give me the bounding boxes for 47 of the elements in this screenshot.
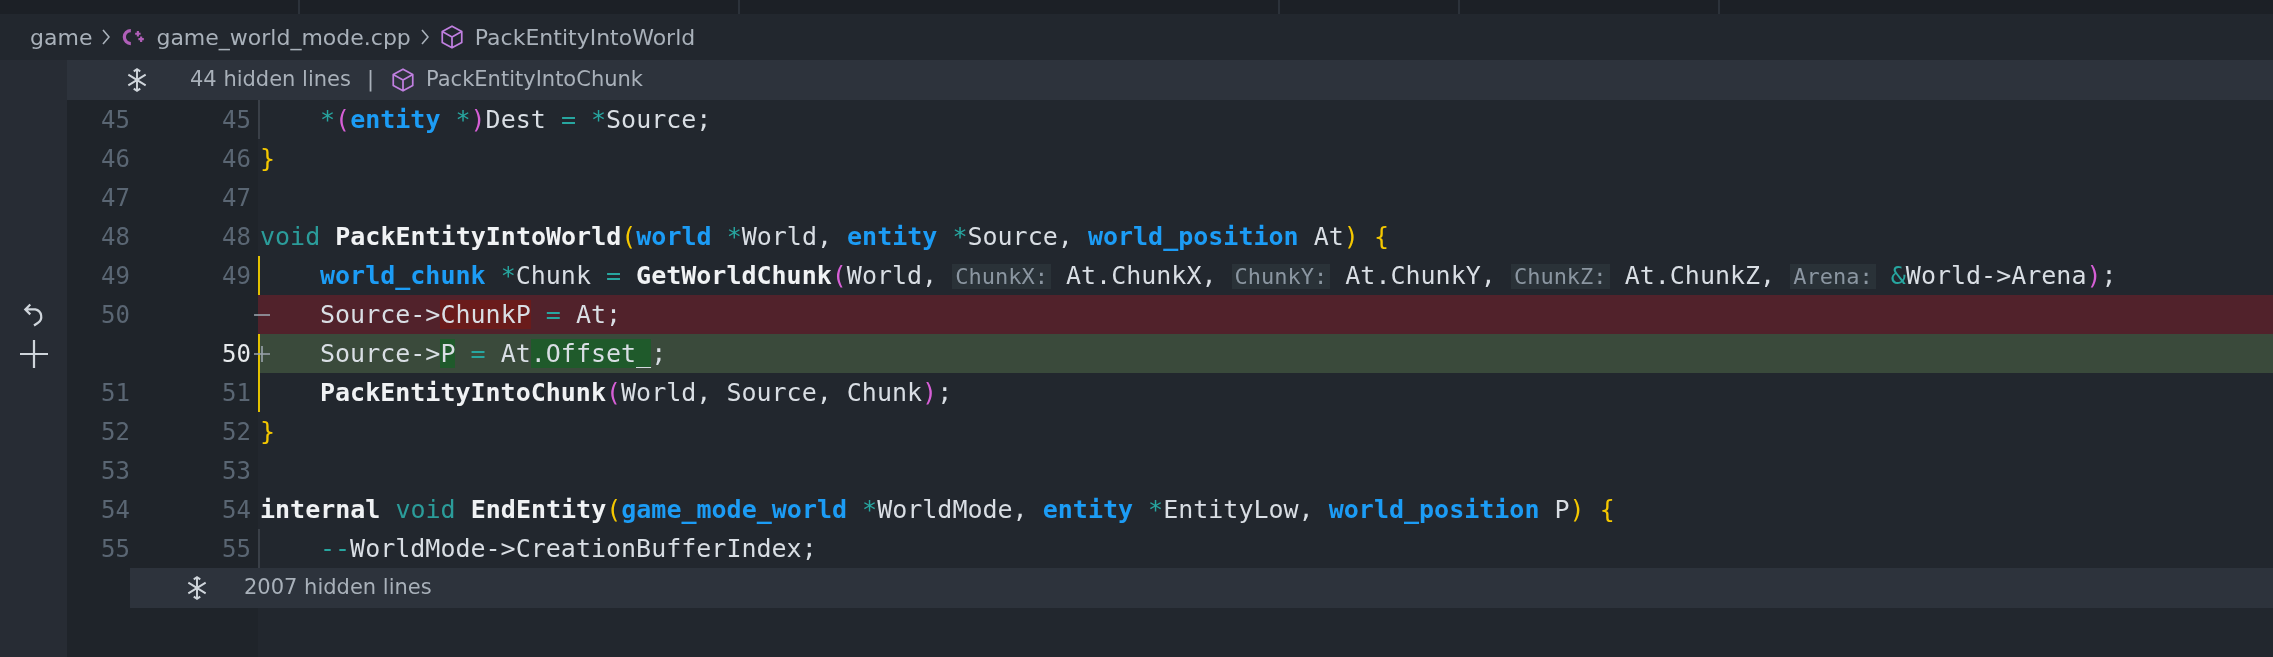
code-line: *(entity *)Dest = *Source; — [320, 103, 712, 136]
code-line: Source->P = At.Offset_; — [320, 337, 667, 370]
line-number: 49 — [222, 260, 251, 292]
code-line: } — [260, 142, 276, 175]
line-number: 50 — [222, 338, 251, 370]
line-number: 53 — [101, 455, 130, 487]
code-line: Source->ChunkP = At; — [320, 298, 622, 331]
line-number: 52 — [222, 416, 251, 448]
code-line: --WorldMode->CreationBufferIndex; — [320, 532, 817, 565]
plus-icon — [254, 345, 270, 362]
line-number: 55 — [101, 533, 130, 565]
minus-icon — [254, 313, 270, 316]
plus-icon[interactable] — [19, 339, 48, 368]
line-number: 54 — [101, 494, 130, 526]
line-number: 50 — [101, 299, 130, 331]
line-number: 48 — [101, 221, 130, 253]
line-number: 45 — [222, 104, 251, 136]
code-line: void PackEntityIntoWorld(world *World, entity *Source, world_position At) { — [260, 220, 1389, 253]
line-number: 53 — [222, 455, 251, 487]
hidden-lines-label[interactable]: 2007 hidden lines — [244, 572, 432, 604]
chevron-icon — [102, 29, 111, 45]
hidden-lines-label[interactable]: 44 hidden lines — [190, 64, 351, 96]
cube-icon — [390, 67, 417, 93]
code-line: PackEntityIntoChunk(World, Source, Chunk); — [320, 376, 953, 409]
line-number: 52 — [101, 416, 130, 448]
line-number: 45 — [101, 104, 130, 136]
symbol-name: PackEntityIntoChunk — [426, 66, 643, 94]
line-number: 51 — [101, 377, 130, 409]
line-number: 47 — [101, 182, 130, 214]
breadcrumb-item[interactable]: PackEntityIntoWorld — [474, 20, 696, 54]
line-number: 55 — [222, 533, 251, 565]
line-number: 46 — [101, 143, 130, 175]
code-line: } — [260, 415, 276, 448]
breadcrumb-item[interactable]: game_world_mode.cpp — [156, 20, 411, 54]
chevron-icon — [420, 29, 429, 45]
line-number: 48 — [222, 221, 251, 253]
revert-icon[interactable] — [22, 301, 45, 328]
separator: | — [366, 66, 375, 94]
breadcrumb-item[interactable]: game — [30, 20, 93, 54]
line-number: 49 — [101, 260, 130, 292]
line-number: 51 — [222, 377, 251, 409]
code-line: world_chunk *Chunk = GetWorldChunk(World, ChunkX: At.ChunkX, ChunkY: At.ChunkY, ChunkZ: At.ChunkZ, Arena: &World->Arena); — [320, 259, 2117, 292]
cube-icon — [438, 24, 465, 50]
line-number: 47 — [222, 182, 251, 214]
line-number: 54 — [222, 494, 251, 526]
line-number: 46 — [222, 143, 251, 175]
code-line: internal void EndEntity(game_mode_world *WorldMode, entity *EntityLow, world_position P) { — [260, 493, 1615, 526]
